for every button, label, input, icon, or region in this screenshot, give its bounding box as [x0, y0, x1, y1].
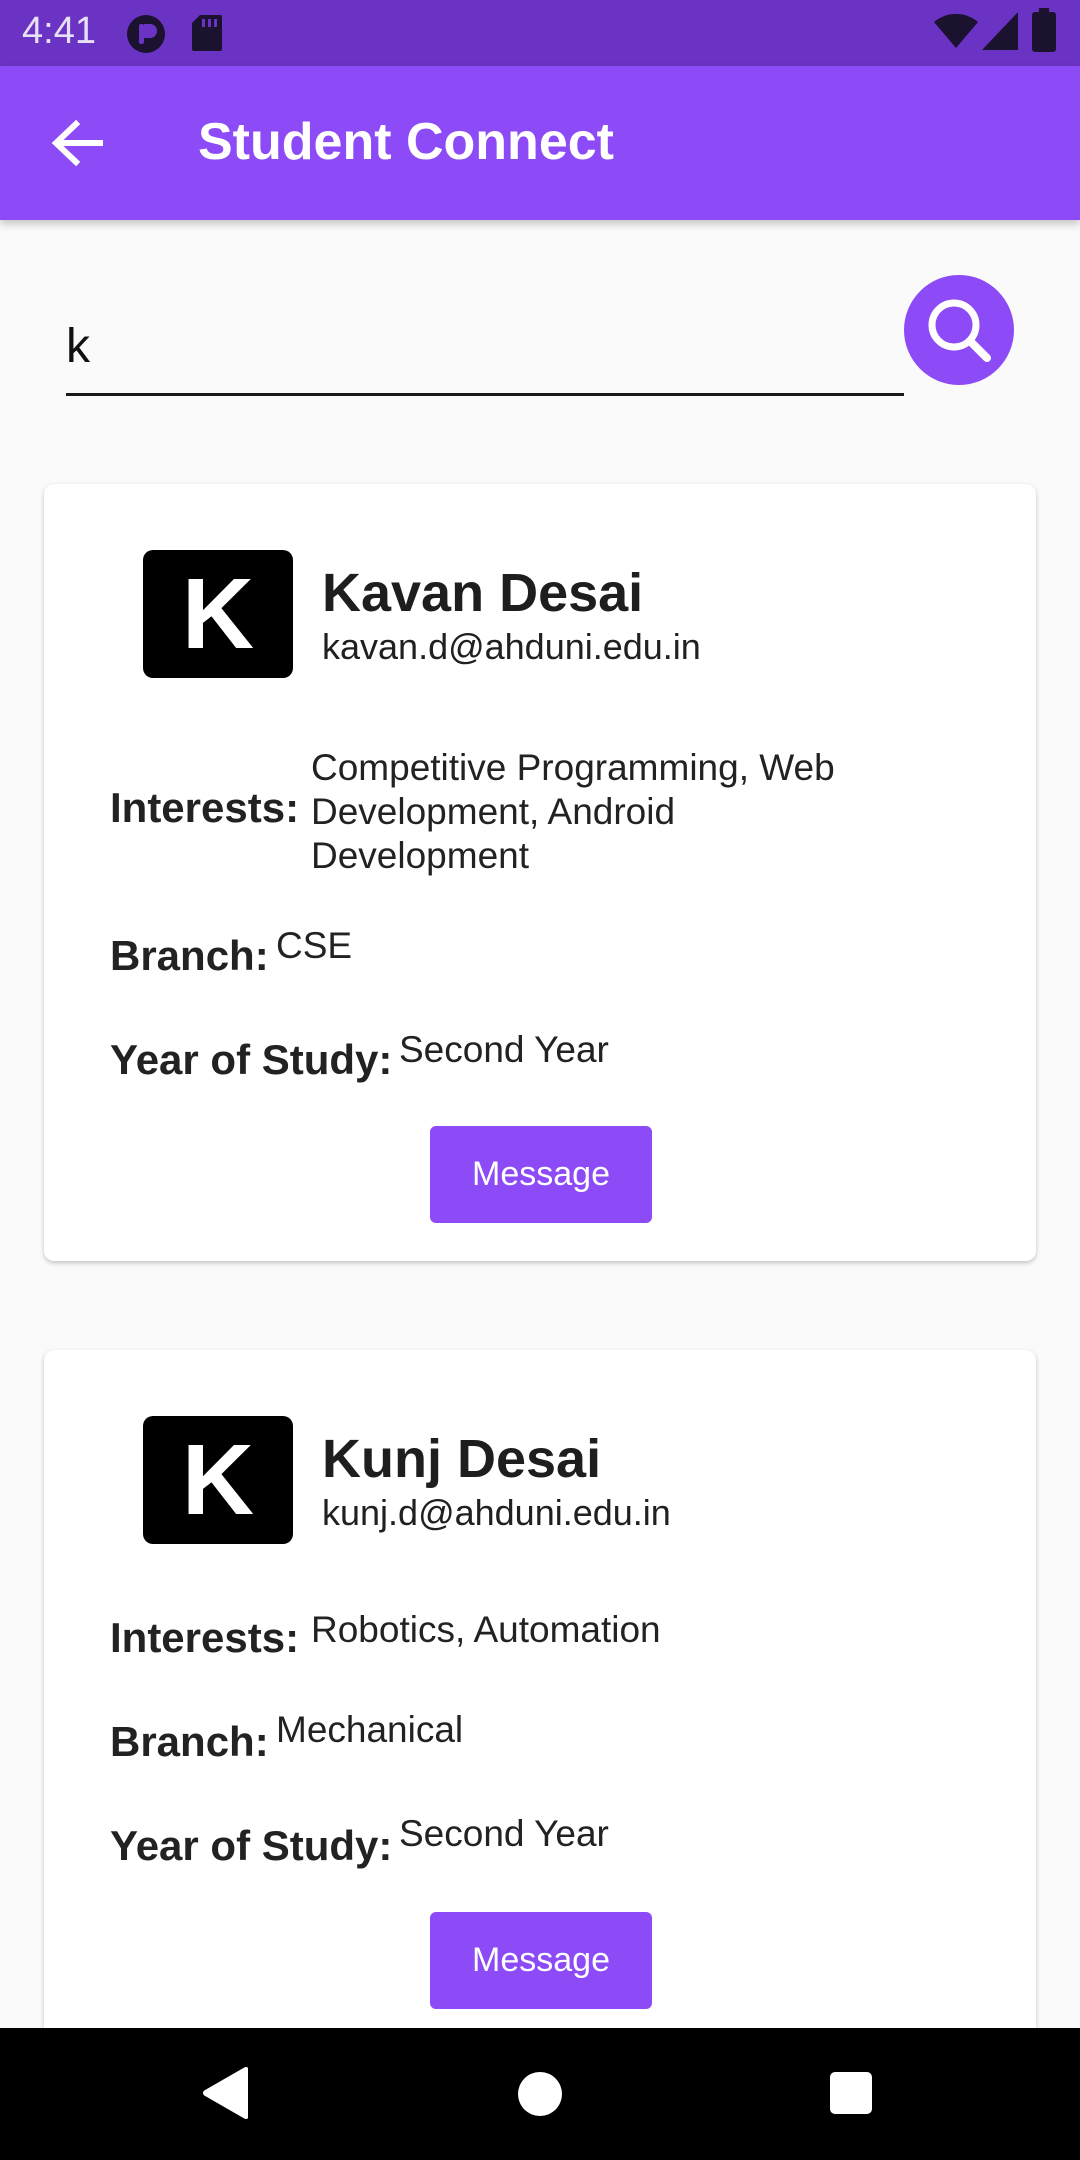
search-icon: [928, 299, 991, 362]
interests-value: Robotics, Automation: [311, 1609, 661, 1650]
app-title: Student Connect: [198, 113, 614, 171]
student-card: K Kavan Desai kavan.d@ahduni.edu.in Inte…: [44, 484, 1036, 1261]
interests-label: Interests:: [110, 784, 300, 831]
interests-line: Development, Android: [311, 791, 676, 832]
app-bar: Student Connect: [0, 66, 1080, 220]
year-label: Year of Study:: [110, 1036, 393, 1083]
message-button[interactable]: Message: [430, 1912, 652, 2009]
student-card: K Kunj Desai kunj.d@ahduni.edu.in Intere…: [44, 1350, 1036, 2070]
back-button[interactable]: [44, 110, 110, 176]
student-email: kunj.d@ahduni.edu.in: [322, 1492, 671, 1533]
arrow-back-icon: [51, 119, 103, 167]
status-bar: 4:41: [0, 0, 1080, 66]
interests-label: Interests:: [110, 1614, 300, 1661]
recents-square-icon: [830, 2072, 872, 2114]
notification-app-icon: [126, 14, 166, 59]
sd-card-icon: [192, 14, 222, 57]
avatar: K: [143, 1416, 293, 1544]
student-name: Kunj Desai: [322, 1429, 602, 1489]
branch-value: CSE: [276, 925, 353, 966]
branch-label: Branch:: [110, 1718, 269, 1765]
message-button[interactable]: Message: [430, 1126, 652, 1223]
nav-home-button[interactable]: [516, 2070, 564, 2123]
home-circle-icon: [518, 2072, 562, 2116]
interests-line: Competitive Programming, Web: [311, 747, 835, 788]
student-email: kavan.d@ahduni.edu.in: [322, 626, 701, 667]
year-label: Year of Study:: [110, 1822, 393, 1869]
avatar: K: [143, 550, 293, 678]
signal-icon: [982, 12, 1018, 55]
search-input[interactable]: [66, 300, 904, 396]
search-button[interactable]: [904, 275, 1014, 385]
nav-back-button[interactable]: [200, 2066, 249, 2125]
interests-value: Competitive Programming, Web Development…: [311, 746, 835, 878]
navigation-bar: [0, 2028, 1080, 2160]
status-time: 4:41: [22, 10, 96, 52]
battery-icon: [1032, 8, 1056, 57]
year-value: Second Year: [399, 1813, 609, 1854]
nav-recents-button[interactable]: [828, 2070, 874, 2121]
year-value: Second Year: [399, 1029, 609, 1070]
branch-label: Branch:: [110, 932, 269, 979]
interests-line: Development: [311, 835, 530, 876]
branch-value: Mechanical: [276, 1709, 464, 1750]
back-triangle-icon: [203, 2067, 249, 2119]
student-name: Kavan Desai: [322, 563, 644, 623]
wifi-icon: [934, 12, 978, 55]
